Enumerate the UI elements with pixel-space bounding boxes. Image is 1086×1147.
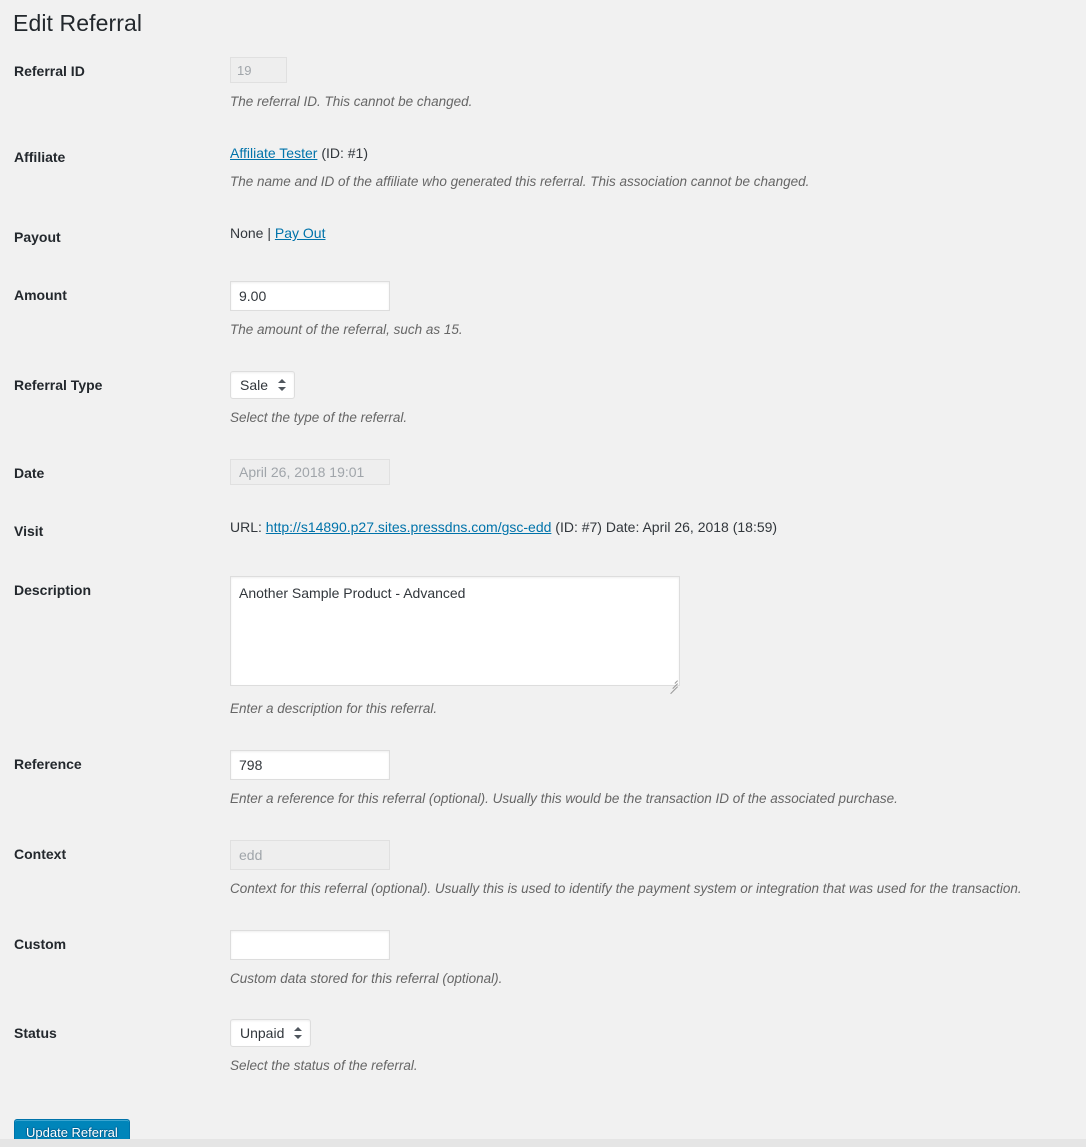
visit-url-line: URL: http://s14890.p27.sites.pressdns.co…: [230, 519, 602, 535]
label-visit: Visit: [14, 523, 44, 540]
payout-none-text: None |: [230, 225, 271, 242]
context-input[interactable]: [230, 839, 390, 870]
amount-description: The amount of the referral, such as 15.: [230, 322, 463, 338]
label-description: Description: [14, 581, 92, 598]
label-referral-id: Referral ID: [14, 63, 85, 79]
field-cell-date: [230, 444, 1036, 502]
status-select[interactable]: Unpaid: [230, 1019, 312, 1048]
field-cell-referral-id: The referral ID. This cannot be changed.: [230, 42, 1036, 128]
referral-id-input[interactable]: [230, 57, 287, 83]
form-row-visit: Visit URL: http://s14890.p27.sites.press…: [14, 502, 1036, 560]
status-selected-value: Unpaid: [240, 1025, 285, 1042]
label-status: Status: [14, 1025, 57, 1042]
affiliate-id-text: (ID: #1): [321, 144, 368, 161]
form-row-date: Date: [14, 444, 1036, 502]
select-updown-chevrons-icon: [278, 378, 287, 392]
form-row-reference: Reference Enter a reference for this ref…: [14, 735, 1036, 825]
label-amount: Amount: [14, 287, 67, 304]
affiliate-description: The name and ID of the affiliate who gen…: [230, 174, 810, 190]
visit-url-link[interactable]: http://s14890.p27.sites.pressdns.com/gsc…: [266, 519, 552, 535]
page-footer-strip: [0, 1139, 1086, 1147]
description-helper-text: Enter a description for this referral.: [230, 700, 438, 716]
form-row-affiliate: Affiliate Affiliate Tester (ID: #1) The …: [14, 128, 1036, 208]
label-affiliate: Affiliate: [14, 148, 66, 165]
form-row-custom: Custom Custom data stored for this refer…: [14, 915, 1036, 1005]
field-cell-status: Unpaid Select the status of the referral…: [230, 1004, 1036, 1092]
referral-type-description: Select the type of the referral.: [230, 410, 408, 426]
reference-description: Enter a reference for this referral (opt…: [230, 790, 898, 806]
label-reference: Reference: [14, 755, 82, 772]
referral-type-selected-value: Sale: [240, 377, 269, 394]
custom-description: Custom data stored for this referral (op…: [230, 970, 503, 986]
field-cell-reference: Enter a reference for this referral (opt…: [230, 735, 1036, 825]
label-date: Date: [14, 465, 45, 482]
status-description: Select the status of the referral.: [230, 1058, 418, 1074]
label-payout: Payout: [14, 229, 61, 246]
referral-id-description: The referral ID. This cannot be changed.: [230, 94, 473, 109]
description-textarea[interactable]: [230, 575, 680, 686]
custom-input[interactable]: [230, 929, 390, 960]
referral-form-table: Referral ID The referral ID. This cannot…: [14, 42, 1036, 1092]
affiliate-value: Affiliate Tester (ID: #1): [230, 145, 368, 161]
field-cell-amount: The amount of the referral, such as 15.: [230, 266, 1036, 356]
form-row-referral-type: Referral Type Sale Select the type of th…: [14, 356, 1036, 444]
date-input[interactable]: [230, 459, 390, 486]
form-row-payout: Payout None | Pay Out: [14, 208, 1036, 266]
affiliate-link[interactable]: Affiliate Tester: [230, 145, 317, 161]
visit-date-line: Date: April 26, 2018 (18:59): [605, 519, 778, 536]
field-cell-description: Enter a description for this referral.: [230, 561, 1036, 735]
context-description: Context for this referral (optional). Us…: [230, 880, 1022, 896]
page-title: Edit Referral: [13, 10, 143, 36]
referral-type-select[interactable]: Sale: [230, 371, 296, 400]
field-cell-affiliate: Affiliate Tester (ID: #1) The name and I…: [230, 128, 1036, 208]
field-cell-custom: Custom data stored for this referral (op…: [230, 915, 1036, 1005]
reference-input[interactable]: [230, 749, 390, 780]
visit-id-text: (ID: #7): [555, 519, 602, 536]
label-context: Context: [14, 845, 67, 862]
amount-input[interactable]: [230, 281, 390, 312]
form-row-amount: Amount The amount of the referral, such …: [14, 266, 1036, 356]
field-cell-context: Context for this referral (optional). Us…: [230, 825, 1036, 915]
select-updown-chevrons-icon: [294, 1026, 303, 1040]
payout-value: None | Pay Out: [230, 225, 325, 241]
form-row-referral-id: Referral ID The referral ID. This cannot…: [14, 42, 1036, 128]
form-row-status: Status Unpaid Select the status of the r…: [14, 1004, 1036, 1092]
pay-out-link[interactable]: Pay Out: [275, 225, 326, 241]
field-cell-visit: URL: http://s14890.p27.sites.pressdns.co…: [230, 502, 1036, 560]
edit-referral-page: Edit Referral Referral ID The referral I…: [0, 0, 1086, 1147]
label-referral-type: Referral Type: [14, 377, 103, 394]
field-cell-payout: None | Pay Out: [230, 208, 1036, 266]
form-row-context: Context Context for this referral (optio…: [14, 825, 1036, 915]
form-row-description: Description Enter a description for this…: [14, 561, 1036, 735]
field-cell-referral-type: Sale Select the type of the referral.: [230, 356, 1036, 444]
visit-url-prefix: URL:: [230, 519, 262, 536]
label-custom: Custom: [14, 935, 67, 952]
description-textarea-wrap: [230, 575, 680, 694]
